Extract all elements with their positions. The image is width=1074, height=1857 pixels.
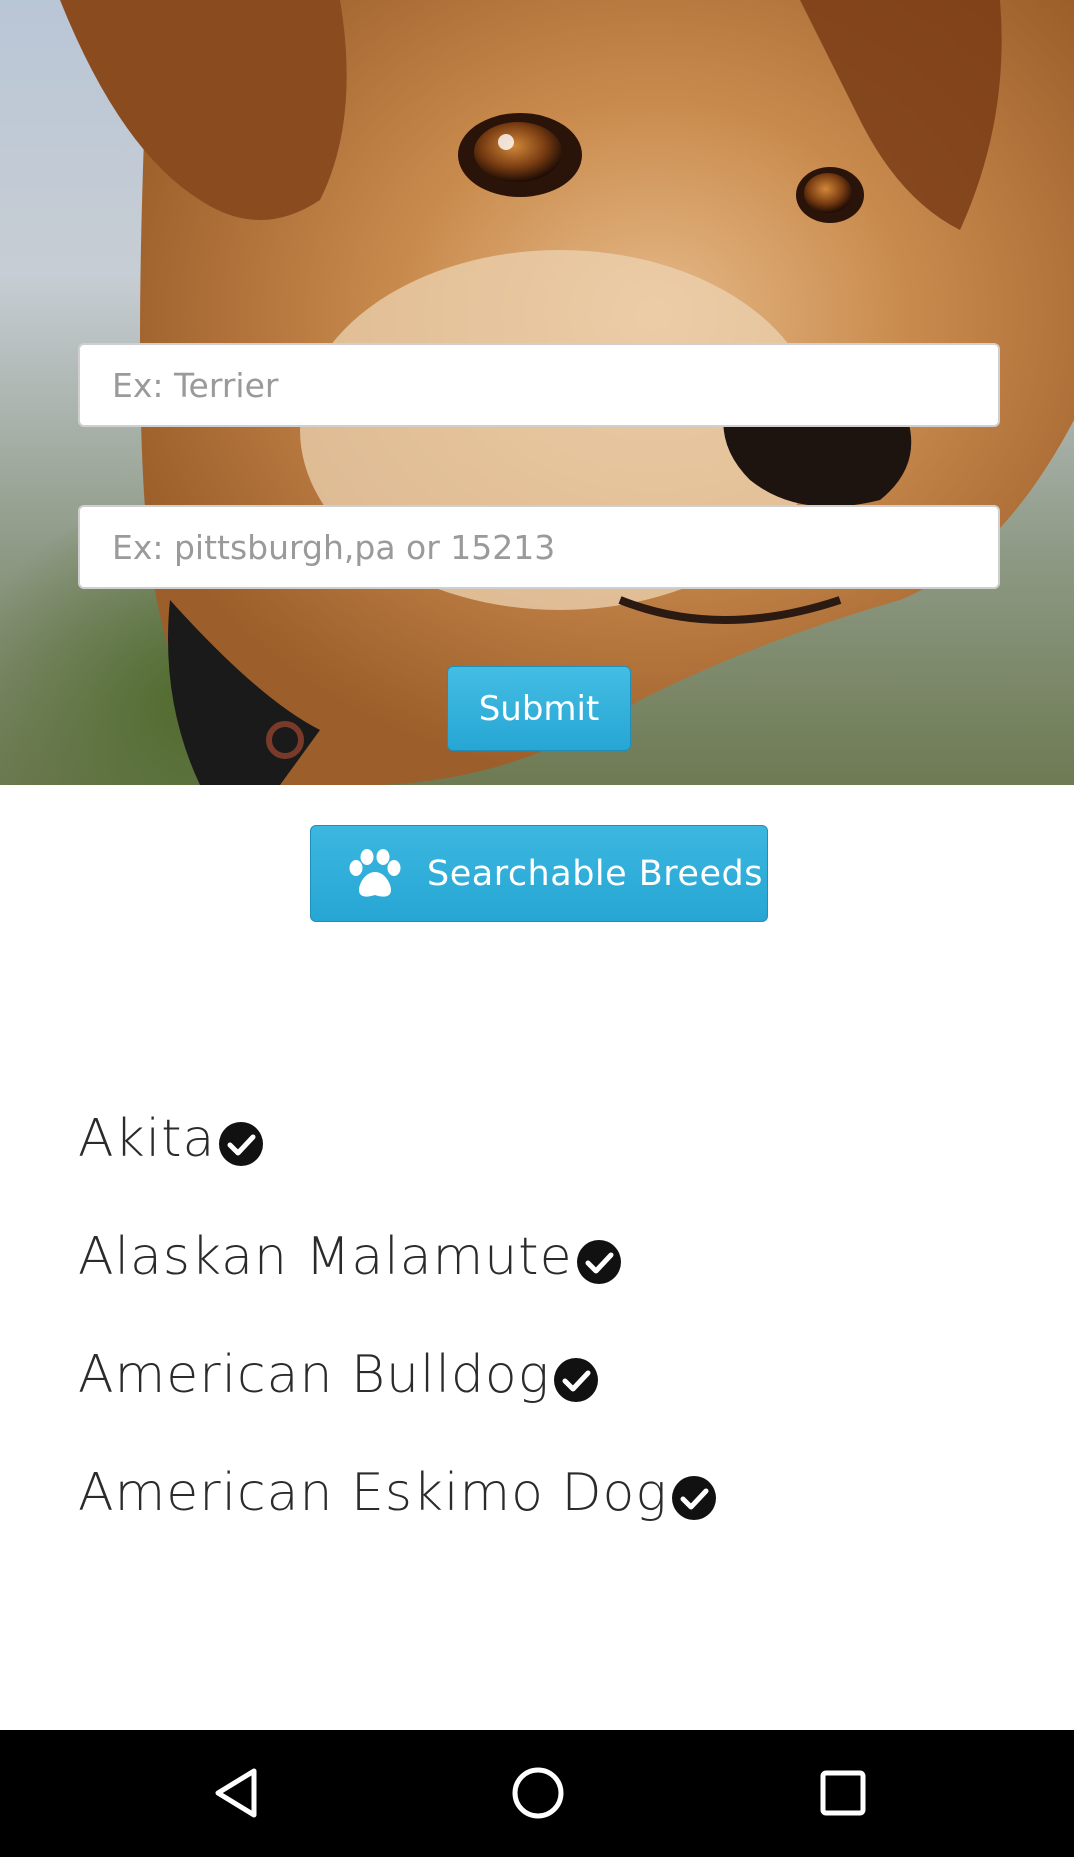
nav-home-button[interactable] xyxy=(488,1748,588,1838)
breed-list: Akita Alaskan Malamute American Bulldog … xyxy=(78,1080,716,1552)
breed-name: Akita xyxy=(78,1109,216,1169)
system-navigation-bar xyxy=(0,1730,1074,1857)
breed-name: American Eskimo Dog xyxy=(78,1463,668,1523)
searchable-breeds-button[interactable]: Searchable Breeds xyxy=(310,825,768,922)
list-item[interactable]: Akita xyxy=(78,1080,716,1198)
breed-search-input[interactable] xyxy=(78,343,1000,427)
submit-button[interactable]: Submit xyxy=(447,666,631,751)
breed-name: Alaskan Malamute xyxy=(78,1227,573,1287)
check-circle-icon xyxy=(553,1358,598,1402)
searchable-breeds-label: Searchable Breeds xyxy=(427,853,763,894)
hero-dog-background: Submit xyxy=(0,0,1074,785)
nav-back-button[interactable] xyxy=(186,1748,286,1838)
nav-recents-button[interactable] xyxy=(793,1748,893,1838)
check-circle-icon xyxy=(576,1240,621,1284)
breed-name: American Bulldog xyxy=(78,1345,550,1405)
list-item[interactable]: Alaskan Malamute xyxy=(78,1198,716,1316)
home-icon xyxy=(512,1767,564,1819)
paw-icon xyxy=(349,848,401,897)
recents-icon xyxy=(820,1770,866,1816)
list-item[interactable]: American Eskimo Dog xyxy=(78,1434,716,1552)
location-search-input[interactable] xyxy=(78,505,1000,589)
list-item[interactable]: American Bulldog xyxy=(78,1316,716,1434)
app-screen: Submit Searchable Breeds Akita Alaskan M… xyxy=(0,0,1074,1857)
check-circle-icon xyxy=(219,1122,264,1166)
check-circle-icon xyxy=(671,1476,716,1520)
back-icon xyxy=(215,1768,257,1818)
